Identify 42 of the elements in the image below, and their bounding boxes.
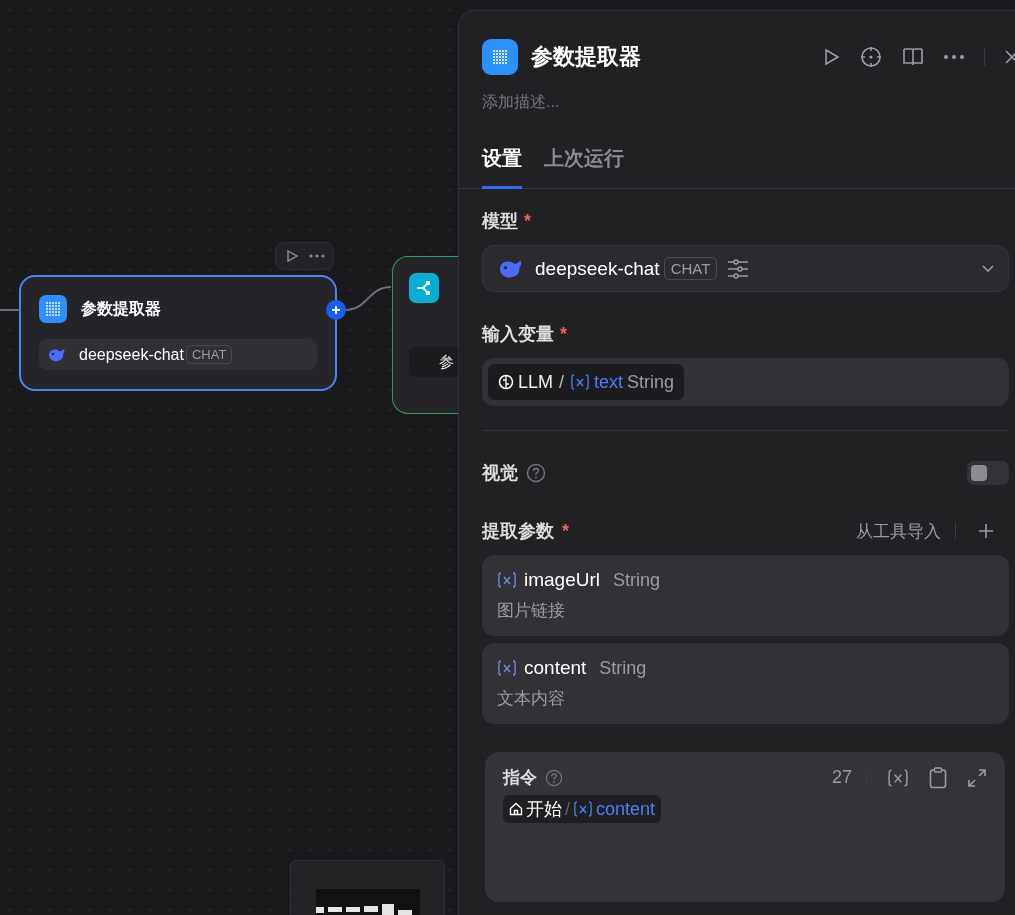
required-mark: * — [560, 323, 567, 345]
character-count: 27 — [831, 767, 852, 788]
required-mark: * — [562, 520, 569, 542]
parameter-description: 图片链接 — [497, 600, 566, 622]
path-separator: / — [559, 371, 565, 393]
parameter-card[interactable]: imageUrl String 图片链接 — [482, 555, 1009, 636]
path-separator: / — [565, 798, 570, 820]
parameter-card[interactable]: content String 文本内容 — [482, 643, 1009, 724]
tab[interactable]: 上次运行 — [544, 145, 624, 189]
parameter-name: imageUrl — [524, 569, 601, 591]
parameter-description: 文本内容 — [497, 688, 566, 710]
parameter-type: String — [599, 657, 647, 679]
branch-node[interactable]: 参 — [392, 256, 458, 414]
chip-label: 参 — [439, 352, 454, 372]
field-label: 输入变量 — [482, 323, 554, 346]
model-tag: CHAT — [185, 345, 233, 364]
parameter-name: content — [524, 657, 587, 679]
parameter-type: String — [613, 569, 661, 591]
field-label: 模型 — [482, 210, 518, 233]
instruction-editor[interactable]: 指令 27 开始 / content — [485, 752, 1005, 902]
variable-type: String — [627, 371, 675, 393]
node-title: 参数提取器 — [81, 298, 161, 319]
variable-chip[interactable]: LLM / text String — [488, 364, 685, 400]
variable-field[interactable]: LLM / text String — [482, 358, 1009, 406]
model-name: deepseek-chat — [535, 257, 660, 280]
variable-chip[interactable]: 开始 / content — [503, 795, 662, 823]
variable-source: 开始 — [526, 798, 562, 821]
variable-source: LLM — [518, 371, 553, 393]
model-name: deepseek-chat — [79, 345, 184, 364]
model-select[interactable]: deepseek-chat CHAT — [482, 245, 1009, 292]
import-link[interactable]: 从工具导入 — [856, 519, 941, 543]
tab[interactable]: 设置 — [482, 145, 522, 189]
variable-name: text — [594, 371, 624, 393]
description-field[interactable]: 添加描述... — [482, 93, 882, 111]
variable-name: content — [596, 798, 656, 820]
field-label: 视觉 — [482, 462, 518, 485]
panel-title: 参数提取器 — [531, 43, 641, 71]
field-label: 提取参数 — [482, 520, 554, 543]
extractor-node[interactable]: 参数提取器 deepseek-chat CHAT — [19, 275, 337, 391]
required-mark: * — [524, 210, 531, 232]
field-label: 指令 — [503, 767, 537, 789]
model-tag: CHAT — [663, 257, 718, 280]
